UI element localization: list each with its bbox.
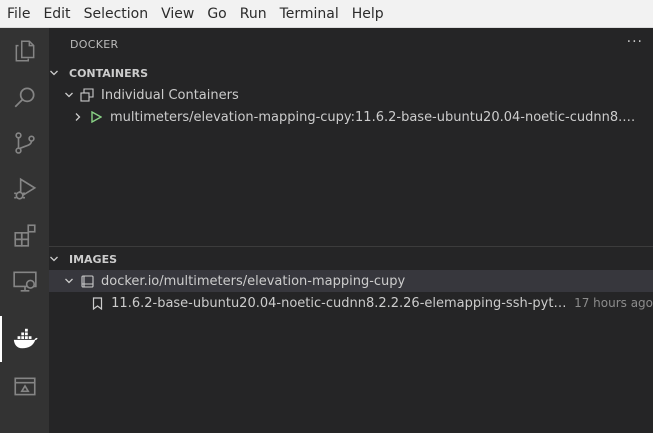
container-label: multimeters/elevation-mapping-cupy:11.6.… — [110, 109, 640, 125]
activity-bar — [0, 28, 49, 433]
container-group-label: Individual Containers — [101, 87, 239, 103]
container-group-icon — [78, 87, 96, 103]
containers-section-title: CONTAINERS — [69, 66, 148, 80]
image-tag-row[interactable]: 11.6.2-base-ubuntu20.04-noetic-cudnn8.2.… — [49, 292, 653, 314]
menu-help[interactable]: Help — [345, 0, 390, 28]
docker-icon[interactable] — [0, 316, 49, 362]
menu-bar: File Edit Selection View Go Run Terminal… — [0, 0, 653, 28]
chevron-down-icon — [60, 276, 78, 286]
image-tag-age: 17 hours ago — [574, 296, 653, 310]
image-repo-row[interactable]: docker.io/multimeters/elevation-mapping-… — [49, 270, 653, 292]
container-group-row[interactable]: Individual Containers — [49, 84, 653, 106]
docker-sidebar: DOCKER ··· CONTAINERS Individual Contain… — [49, 28, 653, 433]
more-actions-icon[interactable]: ··· — [627, 34, 643, 50]
menu-edit[interactable]: Edit — [36, 0, 76, 28]
chevron-right-icon — [69, 112, 87, 122]
images-section-header[interactable]: IMAGES — [49, 248, 653, 270]
chevron-down-icon — [49, 68, 69, 78]
search-icon[interactable] — [0, 74, 49, 120]
image-repo-icon — [78, 273, 96, 289]
menu-run[interactable]: Run — [233, 0, 273, 28]
menu-go[interactable]: Go — [200, 0, 232, 28]
menu-file[interactable]: File — [0, 0, 36, 28]
remote-explorer-icon[interactable] — [0, 258, 49, 304]
explorer-icon[interactable] — [0, 28, 49, 74]
image-repo-label: docker.io/multimeters/elevation-mapping-… — [101, 273, 406, 289]
chevron-down-icon — [49, 254, 69, 264]
extensions-icon[interactable] — [0, 212, 49, 258]
menu-view[interactable]: View — [154, 0, 200, 28]
sidebar-title: DOCKER — [70, 38, 119, 51]
container-row[interactable]: multimeters/elevation-mapping-cupy:11.6.… — [49, 106, 653, 128]
image-tag-label: 11.6.2-base-ubuntu20.04-noetic-cudnn8.2.… — [111, 295, 568, 311]
section-divider — [49, 246, 653, 247]
images-section-title: IMAGES — [69, 252, 118, 266]
menu-selection[interactable]: Selection — [77, 0, 155, 28]
containers-section-header[interactable]: CONTAINERS — [49, 62, 653, 84]
chevron-down-icon — [60, 90, 78, 100]
menu-terminal[interactable]: Terminal — [273, 0, 345, 28]
tag-icon — [89, 295, 106, 311]
account-icon[interactable] — [0, 364, 49, 410]
source-control-icon[interactable] — [0, 120, 49, 166]
run-debug-icon[interactable] — [0, 166, 49, 212]
running-status-icon — [87, 109, 105, 125]
